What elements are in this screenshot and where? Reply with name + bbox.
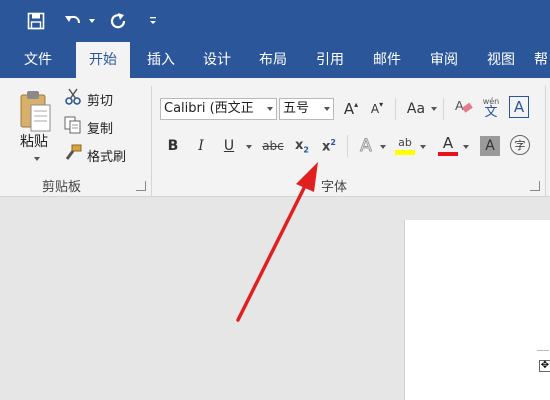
annotation-arrow: [236, 162, 318, 322]
